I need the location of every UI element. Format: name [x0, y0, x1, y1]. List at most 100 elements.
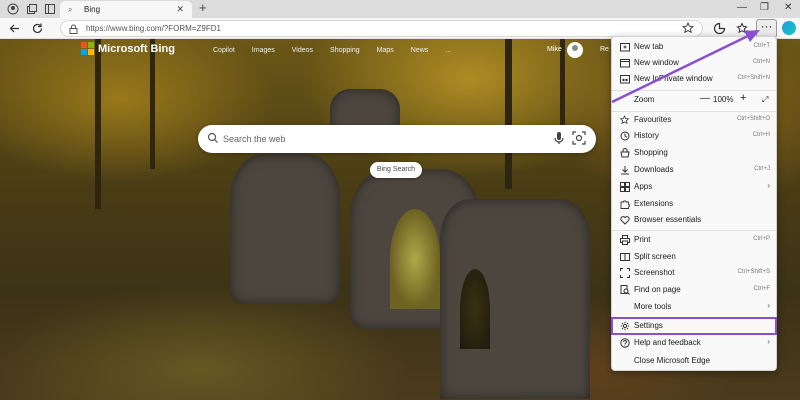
microsoft-logo-icon[interactable] — [81, 42, 94, 55]
menu-label: New InPrivate window — [634, 74, 713, 83]
menu-extensions[interactable]: Extensions — [612, 196, 776, 212]
bing-nav-item[interactable]: Shopping — [330, 47, 360, 54]
menu-shopping[interactable]: Shopping — [612, 145, 776, 161]
chevron-right-icon: › — [767, 301, 770, 310]
help-icon — [620, 338, 630, 348]
refresh-icon[interactable] — [31, 22, 44, 35]
menu-help-and-feedback[interactable]: Help and feedback › — [612, 335, 776, 351]
menu-shortcut: Ctrl+H — [752, 132, 770, 138]
menu-label: Zoom — [634, 95, 655, 104]
tree-trunk — [505, 39, 512, 189]
bing-nav-item[interactable]: Maps — [377, 47, 394, 54]
menu-divider — [612, 90, 776, 91]
menu-divider — [612, 230, 776, 231]
menu-shortcut: Ctrl+Shift+S — [737, 269, 770, 275]
fullscreen-icon[interactable]: ⤢ — [762, 95, 768, 105]
menu-split-screen[interactable]: Split screen — [612, 249, 776, 265]
menu-label: Favourites — [634, 115, 672, 124]
bing-nav-item[interactable]: Copilot — [213, 47, 235, 54]
menu-shortcut: Ctrl+J — [754, 166, 770, 172]
zoom-in-button[interactable]: + — [740, 92, 746, 104]
close-window-button[interactable]: ✕ — [784, 2, 792, 14]
screenshot-icon — [620, 268, 630, 278]
menu-print[interactable]: Print Ctrl+P — [612, 232, 776, 248]
address-bar[interactable]: https://www.bing.com/?FORM=Z9FD1 — [60, 20, 703, 37]
workspaces-icon[interactable] — [26, 3, 38, 15]
menu-label: Find on page — [634, 285, 681, 294]
bing-brand[interactable]: Microsoft Bing — [98, 43, 175, 55]
bing-nav-item[interactable]: Videos — [292, 47, 313, 54]
menu-apps[interactable]: Apps › — [612, 179, 776, 195]
menu-zoom: Zoom — 100% + ⤢ — [612, 92, 776, 108]
new-tab-button[interactable]: + — [199, 1, 207, 15]
visual-search-icon[interactable] — [572, 131, 586, 145]
menu-label: Browser essentials — [634, 215, 702, 224]
search-box[interactable] — [198, 125, 596, 153]
bing-nav-item[interactable]: ... — [445, 47, 451, 54]
menu-favourites[interactable]: Favourites Ctrl+Shift+O — [612, 112, 776, 128]
chevron-right-icon: › — [767, 337, 770, 346]
back-arrow-icon[interactable] — [8, 22, 21, 35]
menu-label: History — [634, 131, 659, 140]
tab-title: Bing — [84, 5, 101, 14]
stone-ruin — [230, 154, 340, 304]
menu-downloads[interactable]: Downloads Ctrl+J — [612, 162, 776, 178]
menu-label: Shopping — [634, 148, 668, 157]
bing-nav-item[interactable]: News — [411, 47, 429, 54]
menu-shortcut: Ctrl+T — [753, 43, 771, 49]
menu-more-tools[interactable]: More tools › — [612, 299, 776, 315]
menu-shortcut: Ctrl+P — [753, 236, 770, 242]
menu-label: Downloads — [634, 165, 674, 174]
menu-label: Extensions — [634, 199, 674, 208]
rewards-link[interactable]: Re — [600, 46, 609, 53]
lock-icon[interactable] — [69, 24, 78, 34]
maximize-button[interactable]: ❐ — [760, 2, 769, 14]
copilot-icon[interactable] — [782, 21, 796, 35]
favorite-star-icon[interactable] — [682, 22, 694, 34]
zoom-out-button[interactable]: — — [700, 93, 710, 104]
download-icon — [621, 166, 629, 175]
search-input[interactable] — [223, 130, 523, 148]
menu-label: Settings — [634, 321, 663, 330]
menu-label: Split screen — [634, 252, 676, 261]
history-icon — [620, 131, 630, 141]
favourites-icon — [620, 115, 630, 125]
menu-close-microsoft-edge[interactable]: Close Microsoft Edge — [612, 353, 776, 369]
menu-settings[interactable]: Settings — [611, 317, 777, 335]
bing-tab-icon: ⌕ — [68, 5, 73, 14]
menu-shortcut: Ctrl+N — [752, 59, 770, 65]
favorites-toolbar-icon[interactable] — [736, 22, 749, 35]
extensions-icon — [620, 200, 630, 209]
menu-shortcut: Ctrl+F — [753, 286, 771, 292]
menu-find-on-page[interactable]: Find on page Ctrl+F — [612, 282, 776, 298]
bing-nav-item[interactable]: Images — [252, 47, 275, 54]
arch-opening — [460, 269, 490, 349]
zoom-level: 100% — [713, 95, 734, 104]
minimize-button[interactable]: — — [737, 2, 747, 14]
menu-new-inprivate-window[interactable]: New InPrivate window Ctrl+Shift+N — [612, 71, 776, 87]
active-tab[interactable]: ⌕ Bing ✕ — [60, 1, 192, 18]
menu-label: Close Microsoft Edge — [634, 356, 711, 365]
shopping-icon — [620, 148, 630, 158]
microphone-icon[interactable] — [553, 131, 565, 145]
tab-strip: ⌕ Bing ✕ + — ❐ ✕ — [0, 0, 800, 18]
tree-trunk — [150, 39, 155, 169]
user-name[interactable]: Mike — [547, 46, 562, 53]
vertical-tabs-icon[interactable] — [44, 3, 56, 15]
bing-search-button[interactable]: Bing Search — [370, 162, 422, 178]
settings-and-more-menu: New tab Ctrl+T New window Ctrl+N New InP… — [611, 36, 777, 371]
avatar[interactable] — [567, 42, 583, 58]
profile-icon[interactable] — [7, 3, 19, 15]
menu-new-tab[interactable]: New tab Ctrl+T — [612, 39, 776, 55]
menu-label: Apps — [634, 182, 653, 191]
apps-icon — [620, 182, 630, 192]
browser-essentials-toolbar-icon[interactable] — [713, 22, 726, 35]
chevron-right-icon: › — [767, 181, 770, 190]
menu-new-window[interactable]: New window Ctrl+N — [612, 55, 776, 71]
menu-history[interactable]: History Ctrl+H — [612, 128, 776, 144]
close-tab-icon[interactable]: ✕ — [176, 4, 184, 15]
menu-browser-essentials[interactable]: Browser essentials — [612, 212, 776, 228]
menu-screenshot[interactable]: Screenshot Ctrl+Shift+S — [612, 265, 776, 281]
menu-shortcut: Ctrl+Shift+O — [736, 116, 770, 122]
inprivate-icon — [620, 75, 630, 84]
